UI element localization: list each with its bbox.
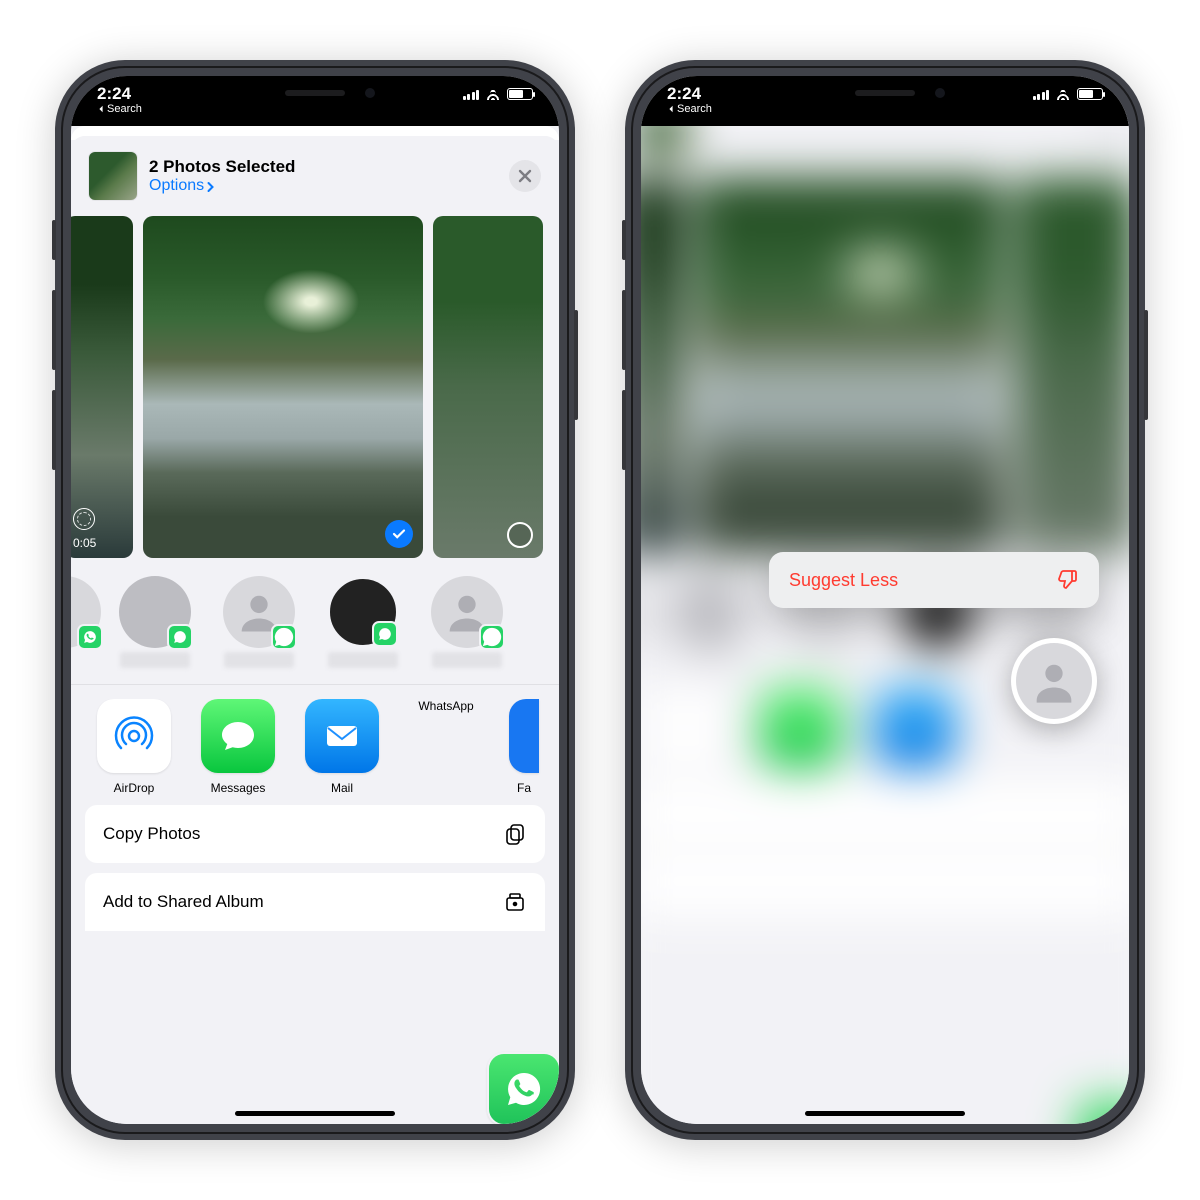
wifi-icon	[1055, 88, 1071, 100]
home-indicator[interactable]	[805, 1111, 965, 1116]
photo-item-selected[interactable]	[143, 216, 423, 558]
phone-left: 2:24 Search 2 Photos Selected Options	[55, 60, 575, 1140]
back-to-search[interactable]: Search	[667, 103, 712, 115]
live-photo-icon	[73, 508, 95, 530]
video-duration: 0:05	[73, 536, 96, 550]
app-label: Mail	[331, 781, 353, 795]
back-label: Search	[677, 103, 712, 115]
app-mail[interactable]: Mail	[301, 699, 383, 795]
focused-contact-avatar[interactable]	[1011, 638, 1097, 724]
home-indicator[interactable]	[235, 1111, 395, 1116]
contact-suggestion[interactable]	[209, 576, 309, 668]
close-button[interactable]	[509, 160, 541, 192]
action-copy-photos[interactable]: Copy Photos	[85, 805, 545, 863]
wifi-icon	[485, 88, 501, 100]
contact-suggestion[interactable]	[71, 576, 101, 668]
mail-icon	[320, 714, 364, 758]
whatsapp-badge-icon	[372, 621, 398, 647]
share-sheet: 2 Photos Selected Options 0:05	[71, 136, 559, 1124]
contact-name-redacted	[224, 652, 294, 668]
suggested-contacts-row[interactable]	[71, 570, 559, 674]
photo-strip[interactable]: 0:05	[71, 210, 559, 570]
status-time: 2:24	[667, 84, 701, 104]
avatar-silhouette	[431, 576, 503, 648]
screen-left: 2:24 Search 2 Photos Selected Options	[71, 76, 559, 1124]
phone-right: 2:24 Search ..	[625, 60, 1145, 1140]
app-messages[interactable]: Messages	[197, 699, 279, 795]
whatsapp-badge-icon	[271, 624, 297, 650]
screen-right: 2:24 Search ..	[641, 76, 1129, 1124]
thumbs-down-icon	[1055, 568, 1079, 592]
whatsapp-badge-icon	[77, 624, 103, 650]
header-thumbnail	[89, 152, 137, 200]
airdrop-icon	[112, 714, 156, 758]
back-label: Search	[107, 103, 142, 115]
contact-suggestion[interactable]	[105, 576, 205, 668]
contact-name-redacted	[328, 652, 398, 668]
cellular-icon	[463, 88, 480, 100]
status-time: 2:24	[97, 84, 131, 104]
actions-list: Copy Photos Add to Shared Album	[71, 805, 559, 911]
shared-album-icon	[503, 890, 527, 914]
app-whatsapp[interactable]: WhatsApp	[405, 699, 487, 795]
notch	[205, 76, 425, 110]
share-sheet-header: 2 Photos Selected Options	[71, 136, 559, 210]
close-icon	[518, 169, 532, 183]
notch	[775, 76, 995, 110]
copy-icon	[503, 822, 527, 846]
battery-icon	[1077, 88, 1103, 100]
battery-icon	[507, 88, 533, 100]
app-label: Messages	[211, 781, 266, 795]
app-label: Fa	[517, 781, 531, 795]
photo-item[interactable]	[433, 216, 543, 558]
contact-name-redacted	[120, 652, 190, 668]
whatsapp-badge-icon	[479, 624, 505, 650]
action-add-to-shared-album[interactable]: Add to Shared Album	[85, 873, 545, 931]
suggest-less-button[interactable]: Suggest Less	[789, 570, 898, 591]
avatar-silhouette	[223, 576, 295, 648]
divider	[71, 684, 559, 685]
messages-icon	[216, 714, 260, 758]
app-airdrop[interactable]: AirDrop	[93, 699, 175, 795]
person-icon	[1028, 655, 1080, 707]
whatsapp-badge-icon	[167, 624, 193, 650]
context-menu: Suggest Less	[769, 552, 1099, 608]
selected-checkmark-icon	[385, 520, 413, 548]
action-label: Copy Photos	[103, 824, 200, 844]
unselected-circle-icon	[507, 522, 533, 548]
apps-row[interactable]: AirDrop Messages Mail	[71, 699, 559, 805]
photo-item[interactable]: 0:05	[71, 216, 133, 558]
action-label: Add to Shared Album	[103, 892, 264, 912]
back-to-search[interactable]: Search	[97, 103, 142, 115]
options-button[interactable]: Options	[149, 177, 497, 195]
cellular-icon	[1033, 88, 1050, 100]
app-label: AirDrop	[114, 781, 155, 795]
chevron-right-icon	[206, 181, 215, 193]
contact-suggestion[interactable]	[313, 576, 413, 668]
app-label: WhatsApp	[418, 699, 473, 713]
contact-suggestion[interactable]	[417, 576, 517, 668]
app-facebook-partial[interactable]: Fa	[509, 699, 539, 795]
selection-title: 2 Photos Selected	[149, 157, 497, 177]
contact-name-redacted	[432, 652, 502, 668]
